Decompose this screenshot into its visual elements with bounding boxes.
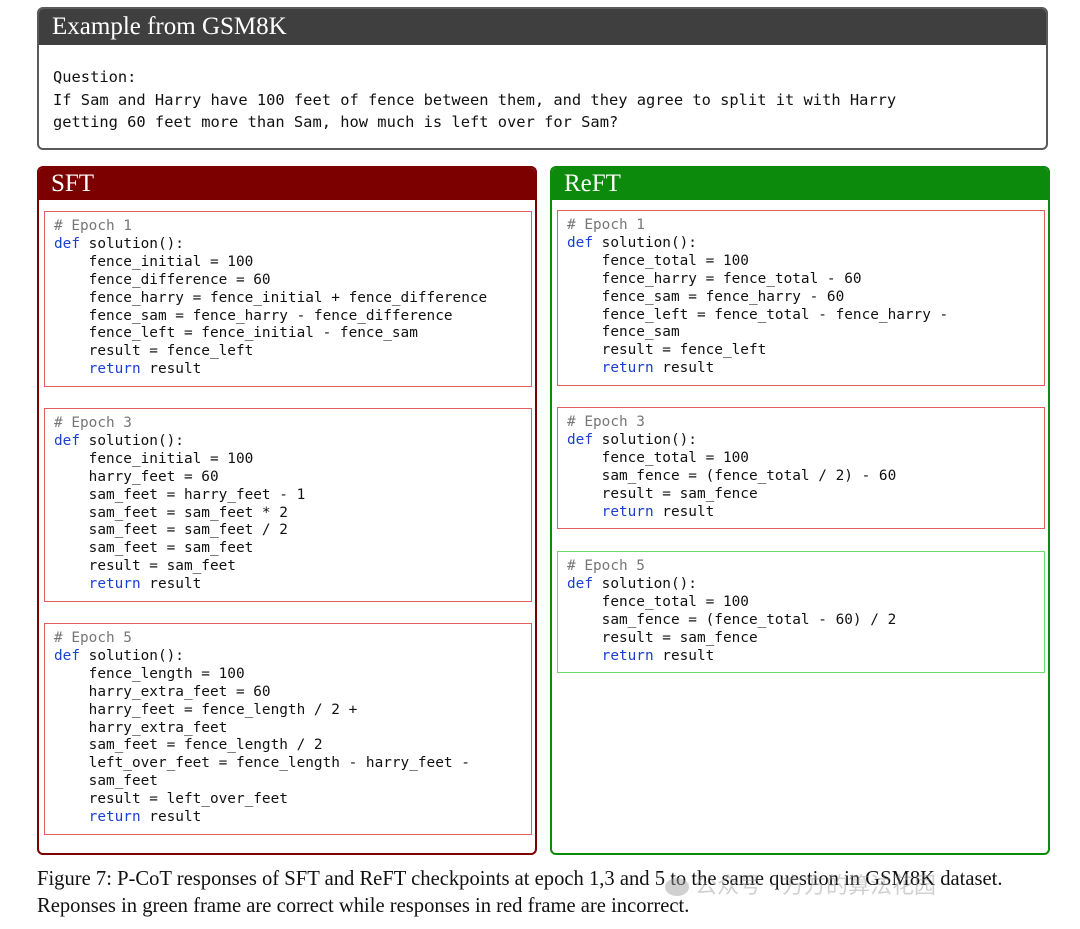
sft-column-title: SFT	[39, 168, 535, 200]
watermark-text: 公众号 · 方方的算法花园	[695, 874, 936, 899]
code-return-value: result	[653, 647, 715, 664]
code-signature: solution():	[80, 235, 184, 252]
code-return-value: result	[140, 809, 202, 826]
code-signature: solution():	[593, 575, 697, 592]
code-block: # Epoch 1 def solution(): fence_total = …	[567, 217, 1044, 378]
code-body: fence_initial = 100 harry_feet = 60 sam_…	[88, 450, 306, 575]
code-keyword: def	[54, 647, 80, 664]
code-return-value: result	[653, 503, 715, 520]
code-block: # Epoch 3 def solution(): fence_total = …	[567, 414, 1044, 521]
code-signature: solution():	[80, 432, 184, 449]
reft-column: ReFT # Epoch 1 def solution(): fence_tot…	[550, 166, 1050, 855]
code-body: fence_length = 100 harry_extra_feet = 60…	[88, 665, 470, 808]
code-body: fence_total = 100 fence_harry = fence_to…	[601, 252, 949, 359]
code-block: # Epoch 3 def solution(): fence_initial …	[54, 415, 531, 594]
code-comment: # Epoch 3	[54, 415, 132, 431]
code-keyword: def	[567, 234, 593, 251]
code-keyword: return	[601, 503, 654, 520]
reft-column-title: ReFT	[552, 168, 1048, 200]
code-block: # Epoch 1 def solution(): fence_initial …	[54, 218, 531, 379]
code-keyword: return	[88, 576, 141, 593]
code-keyword: return	[601, 360, 654, 377]
reft-epoch-5-code-box: # Epoch 5 def solution(): fence_total = …	[557, 551, 1045, 673]
code-signature: solution():	[593, 431, 697, 448]
code-block: # Epoch 5 def solution(): fence_length =…	[54, 630, 531, 827]
code-keyword: def	[567, 575, 593, 592]
code-return-value: result	[140, 576, 202, 593]
code-keyword: return	[88, 361, 141, 378]
code-body: fence_total = 100 sam_fence = (fence_tot…	[601, 593, 897, 646]
code-keyword: def	[567, 431, 593, 448]
code-comment: # Epoch 3	[567, 414, 645, 430]
question-box-title: Example from GSM8K	[39, 9, 1046, 45]
code-keyword: def	[54, 235, 80, 252]
reft-epoch-3-code-box: # Epoch 3 def solution(): fence_total = …	[557, 407, 1045, 529]
question-body: Question: If Sam and Harry have 100 feet…	[39, 45, 1046, 134]
code-comment: # Epoch 1	[567, 217, 645, 233]
code-return-value: result	[653, 360, 715, 377]
sft-column: SFT # Epoch 1 def solution(): fence_init…	[37, 166, 537, 855]
question-text: If Sam and Harry have 100 feet of fence …	[53, 90, 897, 132]
code-comment: # Epoch 5	[54, 630, 132, 646]
code-return-value: result	[140, 361, 202, 378]
code-keyword: def	[54, 432, 80, 449]
watermark: 公众号 · 方方的算法花园	[665, 868, 936, 900]
code-comment: # Epoch 1	[54, 218, 132, 234]
question-box: Example from GSM8K Question: If Sam and …	[37, 7, 1048, 150]
code-comment: # Epoch 5	[567, 558, 645, 574]
question-label: Question:	[53, 68, 137, 86]
code-keyword: return	[88, 809, 141, 826]
code-keyword: return	[601, 647, 654, 664]
sft-epoch-5-code-box: # Epoch 5 def solution(): fence_length =…	[44, 623, 532, 835]
code-signature: solution():	[593, 234, 697, 251]
code-body: fence_initial = 100 fence_difference = 6…	[88, 253, 488, 360]
wechat-icon	[665, 878, 689, 896]
code-block: # Epoch 5 def solution(): fence_total = …	[567, 558, 1044, 665]
sft-epoch-1-code-box: # Epoch 1 def solution(): fence_initial …	[44, 211, 532, 387]
code-body: fence_total = 100 sam_fence = (fence_tot…	[601, 449, 897, 502]
sft-epoch-3-code-box: # Epoch 3 def solution(): fence_initial …	[44, 408, 532, 602]
code-signature: solution():	[80, 647, 184, 664]
reft-epoch-1-code-box: # Epoch 1 def solution(): fence_total = …	[557, 210, 1045, 386]
